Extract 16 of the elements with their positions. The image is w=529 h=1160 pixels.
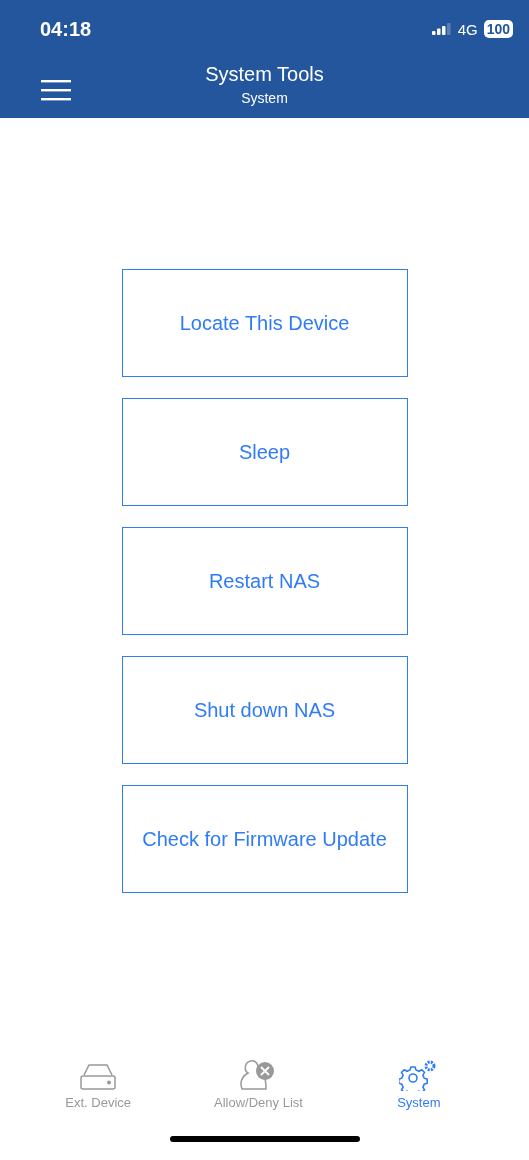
tab[interactable]: Allow/Deny List xyxy=(198,1059,319,1110)
page-title: System Tools xyxy=(205,62,324,86)
status-time: 04:18 xyxy=(40,17,92,41)
battery-level: 100 xyxy=(483,20,513,38)
action-button[interactable]: Locate This Device xyxy=(121,269,408,377)
page-subtitle: System xyxy=(241,89,288,106)
action-button[interactable]: Sleep xyxy=(121,398,408,506)
signal-icon xyxy=(431,23,452,35)
network-label: 4G xyxy=(457,20,478,38)
tab[interactable]: Ext. Device xyxy=(38,1063,159,1110)
menu-icon[interactable] xyxy=(41,79,71,101)
action-button[interactable]: Shut down NAS xyxy=(121,656,408,764)
tab[interactable]: System xyxy=(358,1059,479,1110)
action-button[interactable]: Restart NAS xyxy=(121,527,408,635)
drive-icon xyxy=(78,1063,119,1091)
action-button[interactable]: Check for Firmware Update xyxy=(121,785,408,893)
